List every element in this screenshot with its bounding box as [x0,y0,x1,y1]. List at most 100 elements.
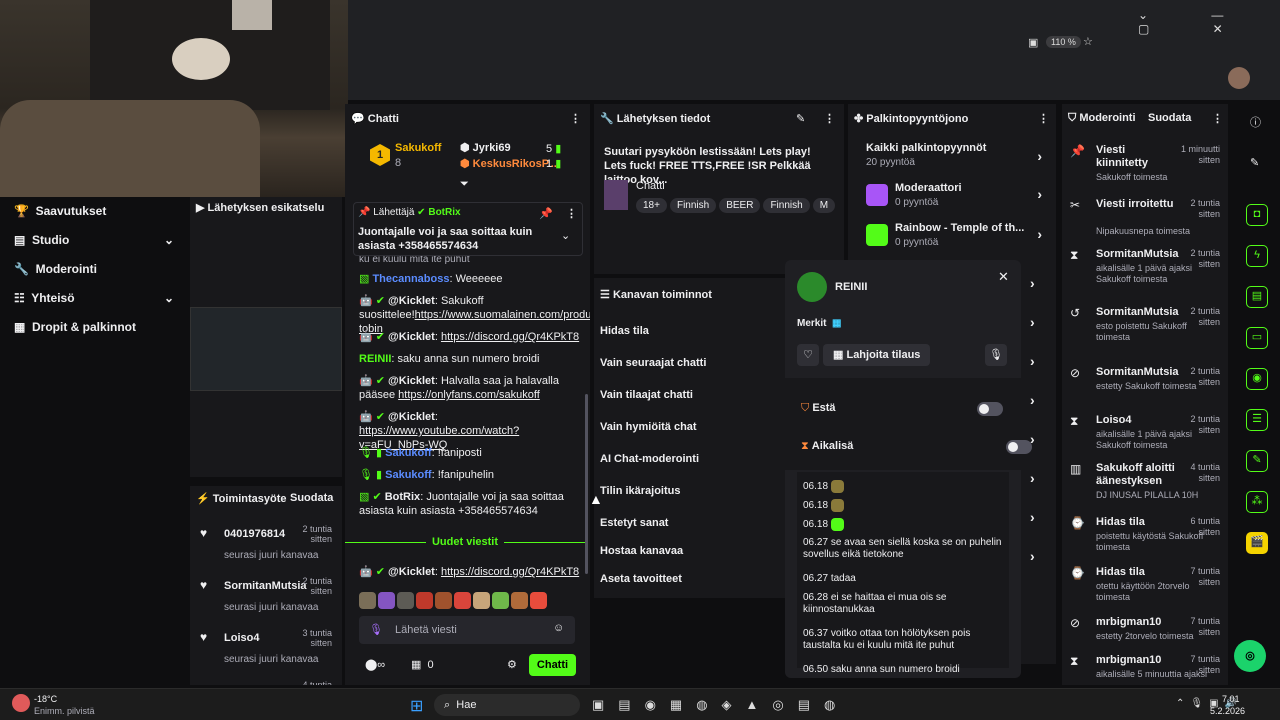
chevron-down-icon[interactable]: ⌄ [561,229,570,242]
pinned-message[interactable]: 📌 Lähettäjä ✔ BotRix 📌 ⋮ Juontajalle voi… [353,202,583,256]
channel-action-item[interactable]: Tilin ikärajoitus [600,485,681,497]
doc-icon[interactable]: ▤ [1246,286,1268,308]
new-messages-divider[interactable]: Uudet viestit [345,536,585,555]
ban-toggle[interactable] [977,402,1003,416]
nav-item-drops[interactable]: ▦ Dropit & palkinnot [14,320,136,334]
more-icon[interactable]: ⋮ [566,207,577,220]
gift-sub-button[interactable]: ▦ Lahjoita tilaus [823,344,931,366]
preview-video[interactable] [190,307,342,391]
moderation-log-item[interactable]: ↺ SormitanMutsia 2 tuntia sitten esto poist… [1070,304,1222,350]
nav-item-achievements[interactable]: 🏆 Saavutukset [14,204,106,218]
unpin-icon[interactable]: 📌 [539,207,553,220]
moderation-log-item[interactable]: ▥ Sakukoff aloitti äänestyksen 4 tuntia si… [1070,460,1222,506]
taskbar-search[interactable]: ⌕ Hae [434,694,580,716]
support-icon[interactable]: ◎ [1234,640,1266,672]
pencil-icon[interactable]: ✎ [1250,156,1259,169]
settings-icon[interactable]: ⚙ [507,658,517,671]
profile-avatar[interactable] [1228,67,1250,89]
nav-item-studio[interactable]: ▤ Studio ⌄ [14,233,174,247]
badge-icon: ⬢ [460,158,470,170]
camera-icon[interactable]: ◘ [1246,204,1268,226]
leader-name[interactable]: Sakukoff [395,142,441,154]
broadcast-icon[interactable]: ◉ [1246,368,1268,390]
activity-filter[interactable]: Suodata [290,492,333,504]
message-link[interactable]: https://discord.gg/Qr4KPkT8 [441,566,579,578]
chat-icon[interactable]: ▭ [1246,327,1268,349]
moderation-log-item[interactable]: ⧗ mrbigman10 7 tuntia sitten aikalisälle 5 … [1070,652,1222,685]
taskbar-apps[interactable]: ▣▤◉▦◍◈▲◎▤◍ [592,697,849,713]
moderation-log-item[interactable]: ⊘ SormitanMutsia 2 tuntia sitten estetty Sa… [1070,364,1222,410]
wrench-icon[interactable]: ✎ [1246,450,1268,472]
moderation-log-item[interactable]: ⧗ SormitanMutsia 2 tuntia sitten aikalisäll… [1070,246,1222,292]
reward-item[interactable]: Rainbow - Temple of th... 0 pyyntöä › [866,220,1042,254]
tag[interactable]: BEER [719,198,761,213]
activity-item[interactable]: ♥ SormitanMutsia 2 tuntia sitten seurasi ju… [200,576,336,624]
category-name[interactable]: Chatti [636,180,665,192]
channel-action-item[interactable]: Vain hymiöitä chat [600,421,697,433]
server-icon[interactable]: ☰ [1246,409,1268,431]
moderation-log-item[interactable]: ⧗ Loiso4 2 tuntia sitten aikalisälle 1 päiv… [1070,412,1222,458]
info-icon[interactable]: ⓘ [1250,114,1261,130]
more-icon[interactable]: ⋮ [824,112,835,125]
channel-action-item[interactable]: Vain seuraajat chatti [600,357,706,369]
nav-item-moderation[interactable]: 🔧 Moderointi [14,262,97,276]
studio-icon: ▤ [14,233,26,247]
weather-temp[interactable]: -18°C [34,694,57,704]
moderation-log-item[interactable]: ✂ Viesti irroitettu 2 tuntia sitten Nipakuu… [1070,196,1222,242]
clapper-icon[interactable]: 🎬 [1246,532,1268,554]
community-icon[interactable]: ⁂ [1246,491,1268,513]
tag[interactable]: Finnish [763,198,810,213]
heart-icon[interactable]: ♡ [797,344,819,366]
emoji-icon[interactable]: ☺ [553,622,564,634]
message-link[interactable]: https://onlyfans.com/sakukoff [398,389,540,401]
timeout-toggle[interactable] [1006,440,1033,454]
more-icon[interactable]: ⋮ [1038,112,1049,125]
windows-start-icon[interactable]: ⊞ [410,696,423,716]
channel-action-item[interactable]: Estetyt sanat [600,517,668,529]
emote-bar[interactable] [359,592,549,612]
tag[interactable]: M [812,198,836,213]
tag[interactable]: Finnish [669,198,717,213]
activity-item[interactable]: ♥Denatollo4 tuntia sitten [200,680,336,685]
channel-action-item[interactable]: Aseta tavoitteet [600,573,682,585]
chat-scrollbar[interactable] [585,394,588,574]
leader-name-2[interactable]: ⬢ Jyrki69 [460,141,511,154]
zoom-indicator[interactable]: 110 % [1046,36,1081,48]
all-rewards-item[interactable]: Kaikki palkintopyynnöt 20 pyyntöä › [866,142,1042,168]
message-link[interactable]: https://discord.gg/Qr4KPkT8 [441,331,579,343]
moderation-filter[interactable]: Suodata [1148,112,1191,124]
taskbar: -18°C Enimm. pilvistä ⊞ ⌕ Hae ▣▤◉▦◍◈▲◎▤◍… [0,688,1280,720]
nav-item-community[interactable]: ☷ Yhteisö ⌄ [14,291,174,305]
points-icon[interactable]: ⬤∞ [365,658,385,671]
activity-item[interactable]: ♥ Loiso4 3 tuntia sitten seurasi juuri kana… [200,628,336,676]
mic-off-icon[interactable]: 🎙 [985,344,1007,366]
send-button[interactable]: Chatti [529,654,576,676]
clock-date[interactable]: 5.2.2026 [1210,706,1245,716]
reward-item[interactable]: Moderaattori 0 pyyntöä › [866,180,1042,214]
close-icon[interactable]: ✕ [998,269,1009,285]
user-name[interactable]: REINII [835,281,867,293]
message-input[interactable]: 🎙 Lähetä viesti ☺ [359,616,575,644]
toolbar-icons[interactable]: ▣ [1028,36,1038,49]
mic-icon[interactable]: 🎙 [369,623,383,636]
more-icon[interactable]: ⋮ [570,112,581,125]
more-icon[interactable]: ⋮ [1212,112,1223,125]
window-controls[interactable]: ⌄ — ▢ ✕ [1138,8,1280,36]
moderation-log-item[interactable]: 📌 Viesti kiinnitetty 1 minuutti sitten Saku… [1070,142,1222,188]
channel-action-item[interactable]: Hostaa kanavaa [600,545,683,557]
moderation-log-item[interactable]: ⌚ Hidas tila 6 tuntia sitten poistettu käyt… [1070,514,1222,560]
channel-action-item[interactable]: AI Chat-moderointi [600,453,699,465]
star-icon[interactable]: ☆ [1083,35,1093,48]
leader-name-3[interactable]: ⬢ KeskusRikosP... [460,157,557,170]
edit-icon[interactable]: ✎ [796,112,805,125]
activity-item[interactable]: ♥ 0401976814 2 tuntia sitten seurasi juuri … [200,524,336,572]
bolt-icon[interactable]: ϟ [1246,245,1268,267]
tag[interactable]: 18+ [636,198,667,213]
channel-action-item[interactable]: Hidas tila [600,325,649,337]
gift-count[interactable]: ▦ 0 [411,658,434,671]
clock-time[interactable]: 7.01 [1222,694,1240,704]
collapse-icon[interactable]: ⏷ [460,178,469,191]
moderation-log-item[interactable]: ⌚ Hidas tila 7 tuntia sitten otettu käyttöö… [1070,564,1222,610]
chevron-right-icon[interactable]: › › › › › › › › [1030,264,1035,576]
channel-action-item[interactable]: Vain tilaajat chatti [600,389,693,401]
